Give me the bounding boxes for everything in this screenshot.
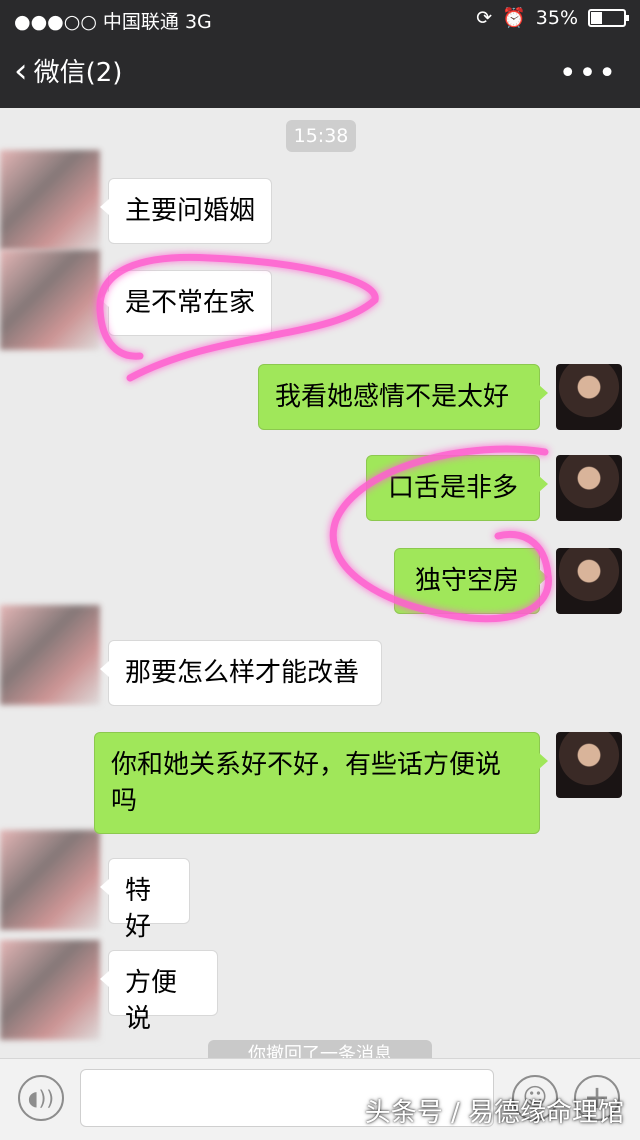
- alarm-icon: ⏰: [502, 7, 526, 29]
- message-bubble-outgoing[interactable]: 你和她关系好不好，有些话方便说吗: [94, 732, 548, 834]
- back-label: 微信(2): [33, 58, 123, 88]
- message-bubble-incoming[interactable]: 那要怎么样才能改善: [100, 640, 382, 706]
- contact-avatar[interactable]: [0, 250, 100, 350]
- message-bubble-outgoing[interactable]: 口舌是非多: [366, 455, 548, 521]
- battery-icon: [588, 8, 629, 27]
- timestamp: 15:38: [286, 120, 356, 152]
- voice-icon[interactable]: ◖)): [18, 1075, 64, 1121]
- my-avatar[interactable]: [556, 364, 622, 430]
- my-avatar[interactable]: [556, 732, 622, 798]
- message-bubble-outgoing[interactable]: 独守空房: [394, 548, 548, 614]
- nav-bar: ‹ 微信(2) •••: [0, 36, 640, 108]
- contact-avatar[interactable]: [0, 150, 100, 250]
- message-bubble-incoming[interactable]: 特好: [100, 858, 190, 942]
- contact-avatar[interactable]: [0, 830, 100, 930]
- message-bubble-incoming[interactable]: 是不常在家: [100, 270, 272, 336]
- my-avatar[interactable]: [556, 455, 622, 521]
- watermark: 头条号 / 易德缘命理馆: [364, 1098, 624, 1128]
- my-avatar[interactable]: [556, 548, 622, 614]
- message-bubble-incoming[interactable]: 方便说: [100, 950, 218, 1034]
- back-button[interactable]: ‹ 微信(2): [14, 52, 122, 89]
- rotation-lock-icon: ⟳: [476, 6, 493, 29]
- battery-percent: 35%: [535, 6, 578, 29]
- message-bubble-outgoing[interactable]: 我看她感情不是太好: [258, 364, 548, 430]
- status-bar: ●●●○○ 中国联通 3G ⟳ ⏰ 35%: [0, 0, 640, 36]
- status-right: ⟳ ⏰ 35%: [476, 6, 629, 29]
- contact-avatar[interactable]: [0, 605, 100, 705]
- more-dots-icon[interactable]: •••: [559, 56, 618, 91]
- chevron-left-icon: ‹: [14, 50, 28, 91]
- contact-avatar[interactable]: [0, 940, 100, 1040]
- message-bubble-incoming[interactable]: 主要问婚姻: [100, 178, 272, 244]
- carrier-label: ●●●○○ 中国联通 3G: [14, 11, 212, 33]
